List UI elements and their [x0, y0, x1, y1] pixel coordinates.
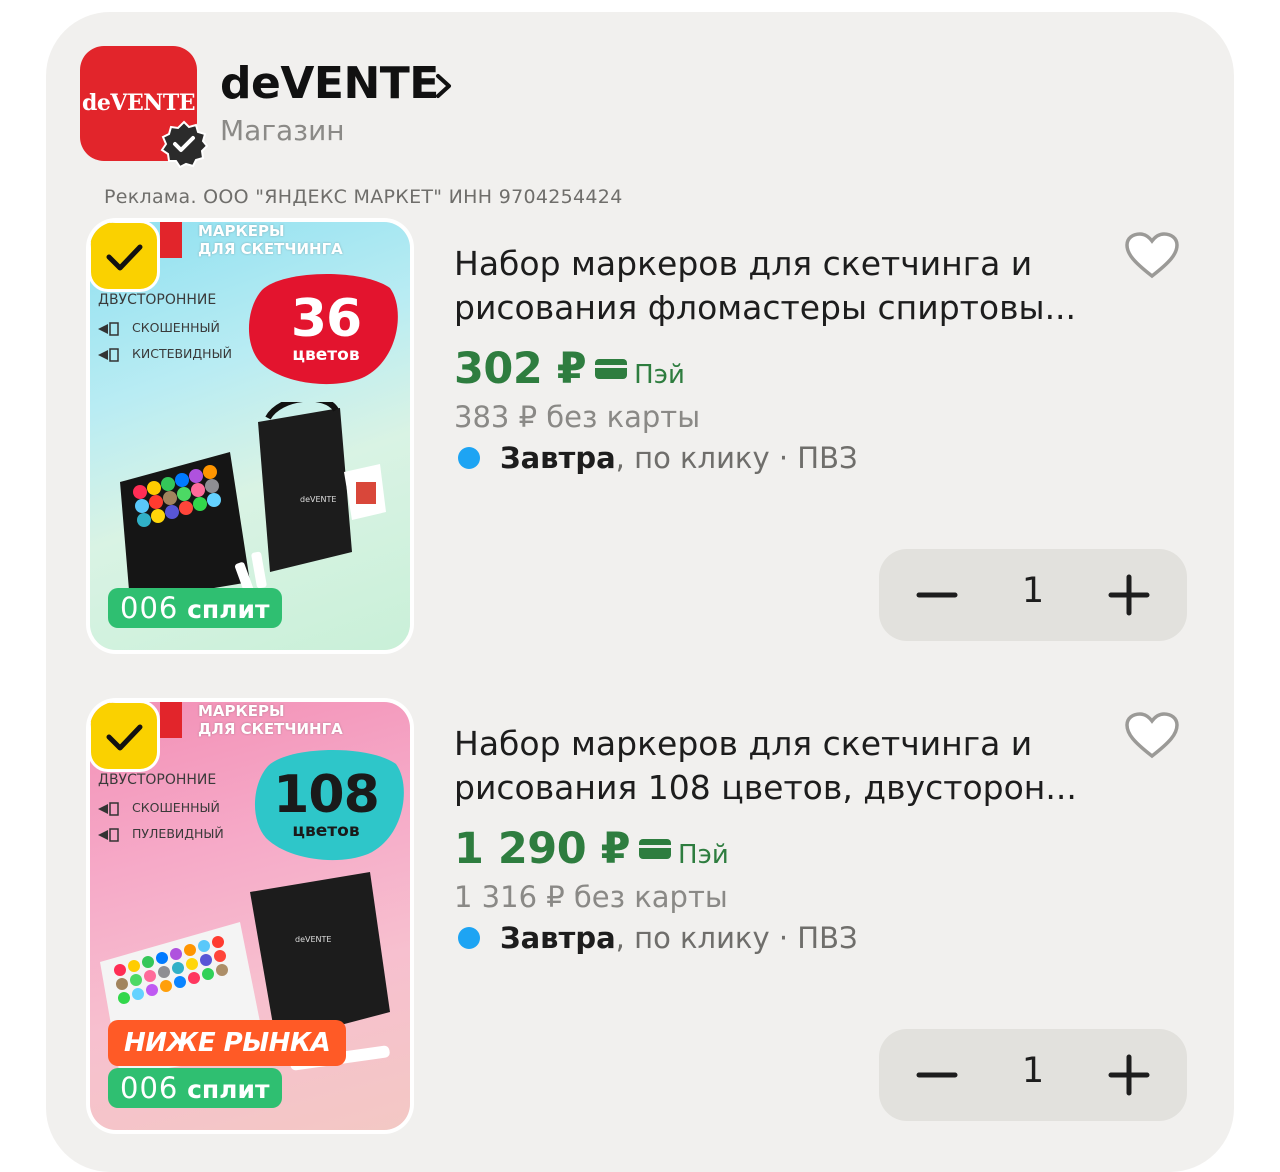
price-row: 1 290 ₽ Пэй: [454, 824, 729, 874]
shop-logo-text: deVENTE: [82, 90, 195, 116]
pay-label: Пэй: [634, 360, 685, 390]
delivery-dot: [458, 447, 480, 469]
image-feature-1: СКОШЕННЫЙ: [132, 320, 220, 335]
price: 1 290 ₽: [454, 824, 631, 874]
brand-chip: [160, 222, 182, 258]
check-icon: [106, 724, 143, 751]
quantity-value: 1: [1021, 571, 1045, 611]
product-image[interactable]: МАРКЕРЫ ДЛЯ СКЕТЧИНГА ДВУСТОРОННИЕ СКОШЕ…: [90, 702, 410, 1130]
svg-text:deVENTE: deVENTE: [295, 935, 331, 944]
ad-disclaimer: Реклама. ООО "ЯНДЕКС МАРКЕТ" ИНН 9704254…: [104, 186, 623, 208]
plus-icon[interactable]: [1101, 1049, 1157, 1101]
product-illustration: deVENTE: [120, 402, 386, 602]
marker-tip-icon: [98, 322, 119, 336]
split-badge: 006 сплит: [108, 588, 282, 628]
image-header: МАРКЕРЫ ДЛЯ СКЕТЧИНГА: [198, 222, 343, 258]
brand-chip: [160, 702, 182, 738]
quantity-stepper: 1: [879, 549, 1187, 641]
image-feature-2: ПУЛЕВИДНЫЙ: [132, 826, 224, 841]
image-header: МАРКЕРЫ ДЛЯ СКЕТЧИНГА: [198, 702, 343, 738]
minus-icon[interactable]: [909, 1049, 965, 1101]
color-count-badge: 36 цветов: [290, 289, 362, 365]
split-badge: 006 сплит: [108, 1068, 282, 1108]
image-feature-2: КИСТЕВИДНЫЙ: [132, 346, 232, 361]
chevron-right-icon[interactable]: [432, 70, 456, 102]
heart-icon[interactable]: [1124, 712, 1180, 760]
quantity-value: 1: [1021, 1051, 1045, 1091]
heart-icon[interactable]: [1124, 232, 1180, 280]
selected-checkbox[interactable]: [90, 702, 160, 772]
color-count-badge: 108 цветов: [273, 765, 380, 841]
svg-text:deVENTE: deVENTE: [300, 495, 336, 504]
check-icon: [106, 244, 143, 271]
pay-card-icon: [639, 839, 672, 859]
price: 302 ₽: [454, 344, 587, 394]
quantity-stepper: 1: [879, 1029, 1187, 1121]
shop-name[interactable]: deVENTE: [220, 58, 439, 110]
shop-subtitle: Магазин: [220, 114, 345, 147]
delivery-info: Завтра, по клику · ПВЗ: [458, 921, 858, 955]
image-feature-title: ДВУСТОРОННИЕ: [98, 772, 217, 788]
image-feature-title: ДВУСТОРОННИЕ: [98, 292, 217, 308]
product-title[interactable]: Набор маркеров для скетчинга и рисования…: [454, 242, 1094, 330]
price-without-card: 1 316 ₽ без карты: [454, 880, 728, 914]
image-feature-1: СКОШЕННЫЙ: [132, 800, 220, 815]
marker-tip-icon: [98, 828, 119, 842]
pay-label: Пэй: [678, 840, 729, 870]
product-image[interactable]: МАРКЕРЫ ДЛЯ СКЕТЧИНГА ДВУСТОРОННИЕ СКОШЕ…: [90, 222, 410, 650]
selected-checkbox[interactable]: [90, 222, 160, 292]
pay-card-icon: [595, 359, 628, 379]
marker-tip-icon: [98, 348, 119, 362]
minus-icon[interactable]: [909, 569, 965, 621]
product-title[interactable]: Набор маркеров для скетчинга и рисования…: [454, 722, 1094, 810]
delivery-dot: [458, 927, 480, 949]
price-without-card: 383 ₽ без карты: [454, 400, 701, 434]
verified-icon: [160, 120, 208, 168]
below-market-badge: НИЖЕ РЫНКА: [108, 1020, 347, 1066]
price-row: 302 ₽ Пэй: [454, 344, 685, 394]
marker-tip-icon: [98, 802, 119, 816]
plus-icon[interactable]: [1101, 569, 1157, 621]
delivery-info: Завтра, по клику · ПВЗ: [458, 441, 858, 475]
